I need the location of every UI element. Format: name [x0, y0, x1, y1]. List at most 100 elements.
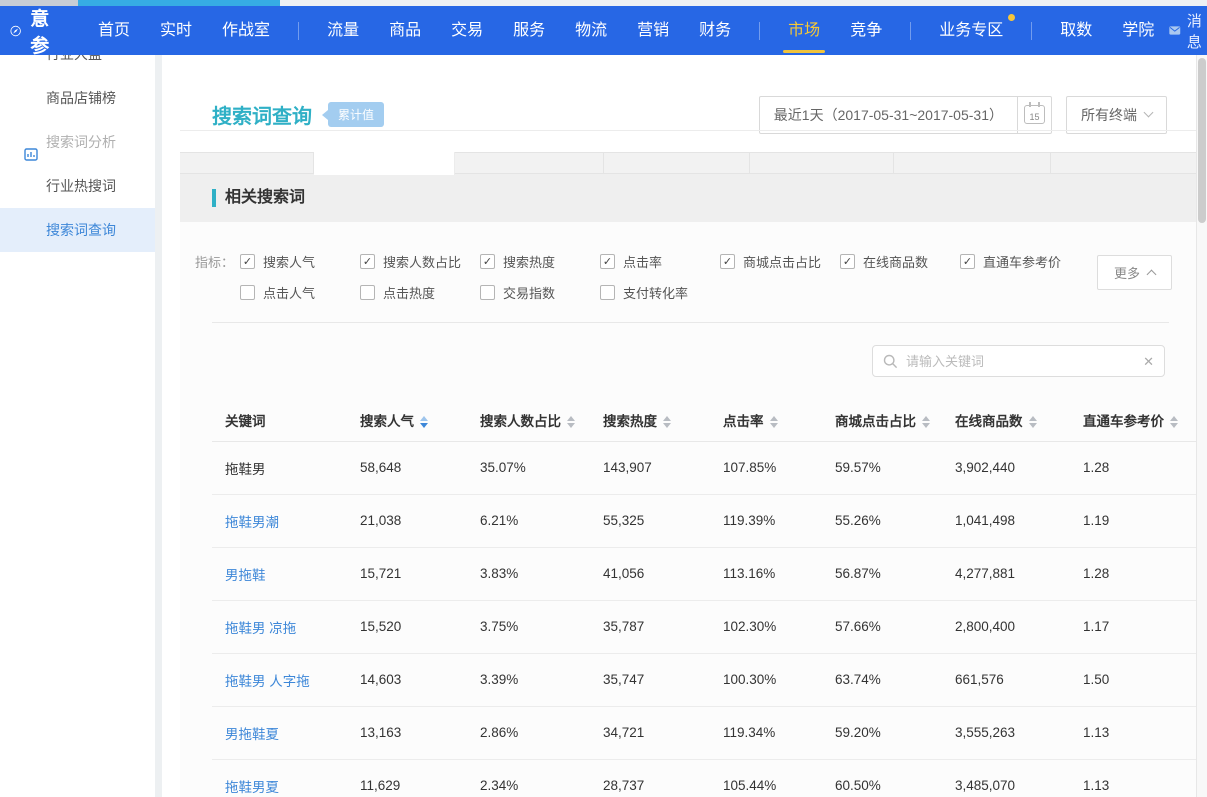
- checkbox-box[interactable]: [360, 254, 375, 269]
- messages-label: 消息: [1187, 10, 1207, 52]
- nav-item-学院[interactable]: 学院: [1107, 6, 1169, 55]
- checkbox-box[interactable]: [240, 285, 255, 300]
- checkbox-label: 直通车参考价: [983, 252, 1061, 271]
- chevron-up-icon: [1147, 270, 1157, 280]
- calendar-button[interactable]: 15: [1017, 97, 1051, 133]
- nav-item-首页[interactable]: 首页: [83, 6, 145, 55]
- value-cell: 105.44%: [723, 759, 835, 797]
- checkbox-box[interactable]: [480, 285, 495, 300]
- checkbox-商城点击占比[interactable]: 商城点击占比: [720, 252, 840, 271]
- checkbox-直通车参考价[interactable]: 直通车参考价: [960, 252, 1080, 271]
- checkbox-支付转化率[interactable]: 支付转化率: [600, 283, 720, 302]
- value-cell: 57.66%: [835, 600, 955, 653]
- table-row: 拖鞋男 凉拖15,5203.75%35,787102.30%57.66%2,80…: [212, 600, 1197, 653]
- tab-6[interactable]: [894, 153, 1051, 173]
- tab-2[interactable]: [314, 152, 455, 175]
- sort-asc-icon: [663, 416, 671, 421]
- keyword-link[interactable]: 拖鞋男 人字拖: [225, 674, 310, 689]
- brand[interactable]: 生意参谋: [10, 0, 65, 85]
- checkbox-box[interactable]: [960, 254, 975, 269]
- checkbox-搜索人气[interactable]: 搜索人气: [240, 252, 360, 271]
- checkbox-box[interactable]: [720, 254, 735, 269]
- sort-icon[interactable]: [567, 416, 575, 428]
- terminal-select[interactable]: 所有终端: [1066, 96, 1167, 134]
- section-title: 相关搜索词: [212, 189, 305, 207]
- value-cell: 28,737: [603, 759, 723, 797]
- value-cell: 1.28: [1083, 441, 1197, 494]
- sort-icon[interactable]: [770, 416, 778, 428]
- checkbox-点击人气[interactable]: 点击人气: [240, 283, 360, 302]
- sidebar-scrollbar[interactable]: [155, 55, 162, 797]
- nav-item-财务[interactable]: 财务: [684, 6, 746, 55]
- checkbox-box[interactable]: [480, 254, 495, 269]
- column-在线商品数[interactable]: 在线商品数: [955, 399, 1083, 441]
- column-搜索人数占比[interactable]: 搜索人数占比: [480, 399, 603, 441]
- sort-icon[interactable]: [1029, 416, 1037, 428]
- sort-asc-icon: [1029, 416, 1037, 421]
- nav-item-市场[interactable]: 市场: [773, 6, 835, 55]
- tab-3[interactable]: [455, 153, 604, 173]
- tab-5[interactable]: [750, 153, 894, 173]
- checkbox-点击率[interactable]: 点击率: [600, 252, 720, 271]
- checkbox-点击热度[interactable]: 点击热度: [360, 283, 480, 302]
- nav-item-流量[interactable]: 流量: [312, 6, 374, 55]
- clear-search-icon[interactable]: ✕: [1143, 355, 1154, 368]
- value-cell: 2,800,400: [955, 600, 1083, 653]
- keyword-link[interactable]: 男拖鞋夏: [225, 727, 279, 742]
- nav-item-营销[interactable]: 营销: [622, 6, 684, 55]
- keyword-cell: 拖鞋男夏: [212, 759, 360, 797]
- column-label: 搜索人气: [360, 414, 414, 429]
- column-点击率[interactable]: 点击率: [723, 399, 835, 441]
- nav-item-竞争[interactable]: 竞争: [835, 6, 897, 55]
- checkbox-搜索人数占比[interactable]: 搜索人数占比: [360, 252, 480, 271]
- keyword-link[interactable]: 男拖鞋: [225, 568, 266, 583]
- table-row: 男拖鞋15,7213.83%41,056113.16%56.87%4,277,8…: [212, 547, 1197, 600]
- checkbox-label: 商城点击占比: [743, 252, 821, 271]
- sort-icon[interactable]: [1170, 416, 1178, 428]
- checkbox-在线商品数[interactable]: 在线商品数: [840, 252, 960, 271]
- keyword-link[interactable]: 拖鞋男潮: [225, 515, 279, 530]
- nav-item-交易[interactable]: 交易: [436, 6, 498, 55]
- checkbox-box[interactable]: [600, 285, 615, 300]
- nav-item-业务专区[interactable]: 业务专区: [924, 6, 1018, 55]
- keyword-search-input[interactable]: [906, 354, 1135, 369]
- nav-item-服务[interactable]: 服务: [498, 6, 560, 55]
- tab-7[interactable]: [1051, 153, 1207, 173]
- checkbox-box[interactable]: [240, 254, 255, 269]
- sort-asc-icon: [770, 416, 778, 421]
- sort-icon[interactable]: [922, 416, 930, 428]
- checkbox-搜索热度[interactable]: 搜索热度: [480, 252, 600, 271]
- column-label: 在线商品数: [955, 414, 1023, 429]
- sort-icon[interactable]: [420, 416, 428, 428]
- checkbox-box[interactable]: [600, 254, 615, 269]
- date-range-picker[interactable]: 最近1天（2017-05-31~2017-05-31） 15: [759, 96, 1052, 134]
- column-搜索热度[interactable]: 搜索热度: [603, 399, 723, 441]
- nav-item-实时[interactable]: 实时: [145, 6, 207, 55]
- checkbox-box[interactable]: [360, 285, 375, 300]
- column-label: 搜索热度: [603, 414, 657, 429]
- messages-entry[interactable]: 消息: [1169, 10, 1207, 52]
- checkbox-交易指数[interactable]: 交易指数: [480, 283, 600, 302]
- nav-item-物流[interactable]: 物流: [560, 6, 622, 55]
- column-直通车参考价[interactable]: 直通车参考价: [1083, 399, 1197, 441]
- scrollbar-thumb[interactable]: [1198, 58, 1206, 223]
- more-button[interactable]: 更多: [1097, 255, 1172, 290]
- nav-item-商品[interactable]: 商品: [374, 6, 436, 55]
- vertical-scrollbar[interactable]: [1196, 55, 1207, 797]
- column-搜索人气[interactable]: 搜索人气: [360, 399, 480, 441]
- column-商城点击占比[interactable]: 商城点击占比: [835, 399, 955, 441]
- checkbox-box[interactable]: [840, 254, 855, 269]
- keyword-link[interactable]: 拖鞋男夏: [225, 780, 279, 795]
- nav-item-作战室[interactable]: 作战室: [207, 6, 285, 55]
- sort-icon[interactable]: [663, 416, 671, 428]
- keywords-table: 关键词搜索人气搜索人数占比搜索热度点击率商城点击占比在线商品数直通车参考价 拖鞋…: [212, 399, 1197, 797]
- value-cell: 1.13: [1083, 706, 1197, 759]
- checkbox-label: 支付转化率: [623, 283, 688, 302]
- keyword-link[interactable]: 拖鞋男 凉拖: [225, 621, 296, 636]
- table-row: 拖鞋男潮21,0386.21%55,325119.39%55.26%1,041,…: [212, 494, 1197, 547]
- sidebar-item-搜索词查询[interactable]: 搜索词查询: [0, 208, 156, 252]
- tab-4[interactable]: [604, 153, 750, 173]
- tab-1[interactable]: [180, 153, 314, 173]
- value-cell: 59.20%: [835, 706, 955, 759]
- nav-item-取数[interactable]: 取数: [1045, 6, 1107, 55]
